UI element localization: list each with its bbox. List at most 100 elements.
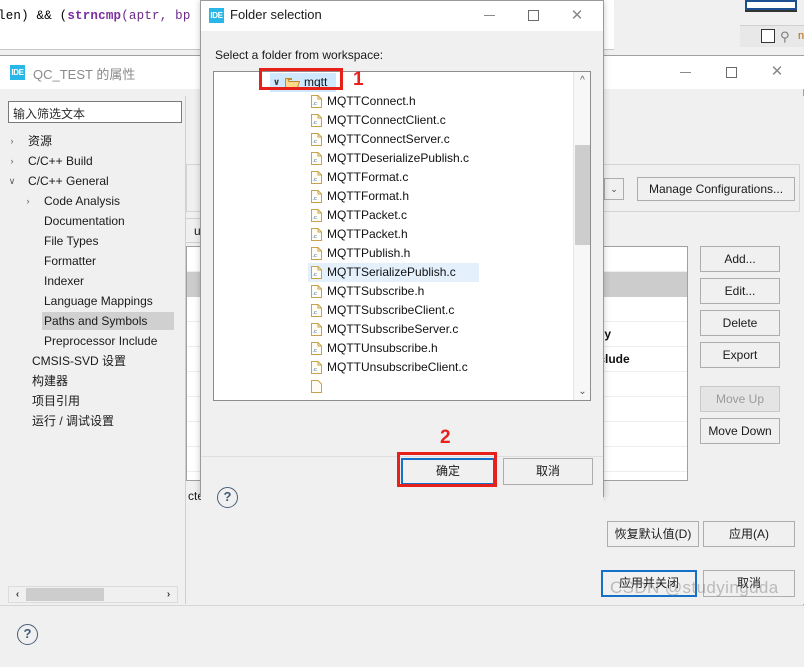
svg-text:.c: .c	[312, 196, 317, 202]
c-file-icon: .c	[311, 190, 322, 203]
c-file-icon: .c	[311, 152, 322, 165]
tree-item-documentation[interactable]: Documentation	[0, 211, 186, 231]
folder-tree-file-row[interactable]: .c MQTTSubscribe.h	[214, 282, 572, 301]
folder-tree-file-row[interactable]: .c MQTTSubscribeServer.c	[214, 320, 572, 339]
ide-logo-icon: IDE	[209, 8, 224, 23]
tree-item-[interactable]: 项目引用	[0, 391, 186, 411]
file-name-label: MQTTFormat.h	[327, 189, 410, 203]
tree-item-indexer[interactable]: Indexer	[0, 271, 186, 291]
folder-tree-file-row[interactable]: .c MQTTDeserializePublish.c	[214, 149, 572, 168]
filter-input-value: 输入筛选文本	[13, 107, 86, 121]
tree-horizontal-scrollbar[interactable]: ‹ ›	[8, 586, 178, 603]
tree-item-c-c-general[interactable]: ∨ C/C++ General	[0, 171, 186, 191]
folder-tree-file-row-partial[interactable]	[214, 377, 572, 396]
properties-close-button[interactable]: ✕	[754, 56, 800, 88]
minimize-icon	[679, 72, 691, 74]
c-file-icon	[311, 380, 322, 393]
folder-tree-file-row[interactable]: .c MQTTUnsubscribeClient.c	[214, 358, 572, 377]
annotation-number-1: 1	[353, 69, 364, 90]
c-file-icon: .c	[311, 285, 322, 298]
edit-button[interactable]: Edit...	[700, 278, 780, 304]
properties-minimize-button[interactable]	[662, 56, 708, 88]
file-name-label: MQTTUnsubscribe.h	[327, 341, 438, 355]
folder-tree-file-row[interactable]: .c MQTTSubscribeClient.c	[214, 301, 572, 320]
folder-tree-file-row[interactable]: .c MQTTUnsubscribe.h	[214, 339, 572, 358]
tree-item-file-types[interactable]: File Types	[0, 231, 186, 251]
scrollbar-thumb[interactable]	[575, 145, 590, 245]
annotation-box-1	[259, 68, 343, 90]
folder-tree-file-row[interactable]: .c MQTTConnectServer.c	[214, 130, 572, 149]
file-name-label: MQTTPublish.h	[327, 246, 411, 260]
c-file-icon: .c	[311, 323, 322, 336]
svg-text:.c: .c	[312, 329, 317, 335]
folder-tree-file-row[interactable]: .c MQTTFormat.h	[214, 187, 572, 206]
c-file-icon: .c	[311, 114, 322, 127]
annotation-box-2	[397, 452, 497, 487]
scroll-right-icon[interactable]: ›	[161, 588, 176, 601]
c-file-icon: .c	[311, 266, 322, 279]
move-down-button[interactable]: Move Down	[700, 418, 780, 444]
svg-text:.c: .c	[312, 291, 317, 297]
configuration-dropdown-arrow[interactable]: ⌄	[604, 178, 624, 200]
annotation-number-2: 2	[440, 427, 451, 448]
folder-cancel-button[interactable]: 取消	[503, 458, 593, 485]
folder-maximize-button[interactable]	[511, 1, 555, 30]
tree-item-[interactable]: 构建器	[0, 371, 186, 391]
folder-minimize-button[interactable]	[467, 1, 511, 30]
folder-tree-file-row[interactable]: .c MQTTSerializePublish.c	[214, 263, 572, 282]
svg-text:.c: .c	[312, 234, 317, 240]
tree-item-[interactable]: › 资源	[0, 131, 186, 151]
delete-button[interactable]: Delete	[700, 310, 780, 336]
scroll-left-icon[interactable]: ‹	[10, 588, 25, 601]
checkbox-icon[interactable]	[761, 29, 775, 43]
chevron-down-icon[interactable]: ∨	[6, 171, 18, 191]
svg-text:.c: .c	[312, 272, 317, 278]
ide-logo-icon: IDE	[10, 65, 25, 80]
c-file-icon: .c	[311, 171, 322, 184]
tree-item-label: 运行 / 调试设置	[32, 414, 115, 428]
restore-defaults-button[interactable]: 恢复默认值(D)	[607, 521, 699, 547]
tree-item-cmsis-svd[interactable]: CMSIS-SVD 设置	[0, 351, 186, 371]
scroll-up-icon[interactable]: ^	[574, 72, 591, 89]
folder-tree-listbox[interactable]: ∨ mqtt .c MQTTConnect.h .c MQTTConnectClient.…	[213, 71, 591, 401]
tree-item-formatter[interactable]: Formatter	[0, 251, 186, 271]
export-button[interactable]: Export	[700, 342, 780, 368]
file-name-label: MQTTFormat.c	[327, 170, 409, 184]
tree-item-paths-and-symbols[interactable]: Paths and Symbols	[0, 311, 186, 331]
manage-configurations-button[interactable]: Manage Configurations...	[637, 177, 795, 201]
chevron-right-icon[interactable]: ›	[22, 191, 34, 211]
chevron-right-icon[interactable]: ›	[6, 131, 18, 151]
folder-tree-file-row[interactable]: .c MQTTPacket.h	[214, 225, 572, 244]
tree-item-label: Preprocessor Include	[44, 334, 158, 348]
filter-input[interactable]: 输入筛选文本	[8, 101, 182, 123]
tree-item-label: CMSIS-SVD 设置	[32, 354, 127, 368]
folder-tree-file-row[interactable]: .c MQTTPublish.h	[214, 244, 572, 263]
file-name-label: MQTTDeserializePublish.c	[327, 151, 470, 165]
tree-item-c-c-build[interactable]: › C/C++ Build	[0, 151, 186, 171]
tree-item-label: Paths and Symbols	[44, 314, 148, 328]
folder-tree-file-row[interactable]: .c MQTTPacket.c	[214, 206, 572, 225]
apply-button[interactable]: 应用(A)	[703, 521, 795, 547]
folder-tree-file-row[interactable]: .c MQTTFormat.c	[214, 168, 572, 187]
background-text-fragment: n	[798, 30, 804, 42]
folder-tree-scrollbar[interactable]: ^ ⌄	[573, 72, 590, 400]
folder-tree-file-row[interactable]: .c MQTTConnect.h	[214, 92, 572, 111]
tree-item-language-mappings[interactable]: Language Mappings	[0, 291, 186, 311]
key-icon[interactable]: ⚲	[780, 30, 794, 44]
svg-text:.c: .c	[312, 120, 317, 126]
folder-close-button[interactable]: ✕	[555, 1, 599, 30]
scrollbar-thumb[interactable]	[26, 588, 104, 601]
tree-item-preprocessor-include[interactable]: Preprocessor Include	[0, 331, 186, 351]
properties-maximize-button[interactable]	[708, 56, 754, 88]
folder-dialog-body: Select a folder from workspace: ∨ mqtt .c M…	[201, 31, 603, 526]
c-file-icon: .c	[311, 95, 322, 108]
chevron-right-icon[interactable]: ›	[6, 151, 18, 171]
tree-item-[interactable]: 运行 / 调试设置	[0, 411, 186, 431]
scroll-down-icon[interactable]: ⌄	[574, 383, 591, 400]
properties-help-icon[interactable]: ?	[17, 624, 38, 645]
folder-tree-file-row[interactable]: .c MQTTConnectClient.c	[214, 111, 572, 130]
background-tab-underline	[745, 10, 797, 12]
folder-help-icon[interactable]: ?	[217, 487, 238, 508]
add-button[interactable]: Add...	[700, 246, 780, 272]
tree-item-code-analysis[interactable]: › Code Analysis	[0, 191, 186, 211]
